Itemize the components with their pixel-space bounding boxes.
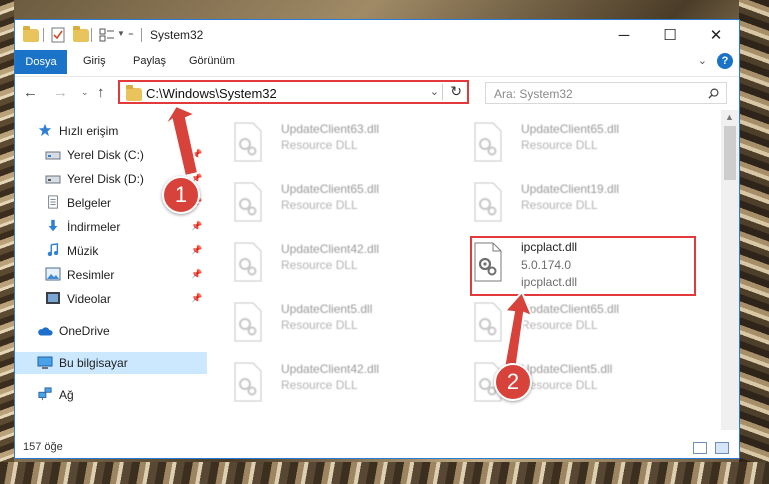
step-1-badge: 1 [162,176,200,214]
arrow-1 [163,104,200,178]
arrow-2 [502,290,534,372]
annotation-arrows [163,104,534,372]
step-2-badge: 2 [494,363,532,401]
